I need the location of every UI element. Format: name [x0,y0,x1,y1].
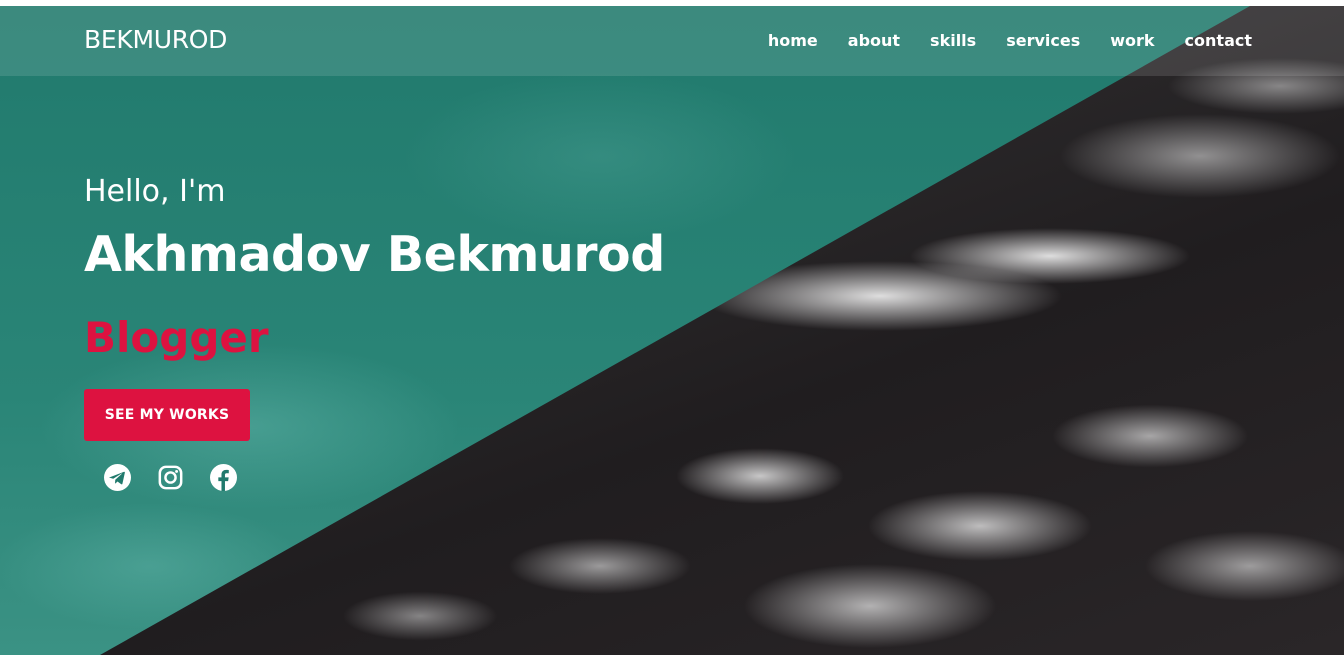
see-my-works-button[interactable]: SEE MY WORKS [84,389,250,441]
nav-about[interactable]: about [848,31,900,50]
nav-home[interactable]: home [768,31,818,50]
nav-services[interactable]: services [1006,31,1080,50]
nav-skills[interactable]: skills [930,31,976,50]
nav-contact[interactable]: contact [1185,31,1252,50]
instagram-icon[interactable] [157,464,184,491]
hero-name: Akhmadov Bekmurod [84,226,665,283]
main-nav: home about skills services work contact [738,31,1252,50]
nav-work[interactable]: work [1110,31,1154,50]
navbar: BEKMUROD home about skills services work… [0,6,1344,76]
social-links [104,464,237,491]
hero-role: Blogger [84,313,269,362]
brand-logo[interactable]: BEKMUROD [84,25,227,54]
hero-greeting: Hello, I'm [84,174,226,209]
facebook-icon[interactable] [210,464,237,491]
page-bottom-edge [0,655,1344,661]
telegram-icon[interactable] [104,464,131,491]
hero-section: BEKMUROD home about skills services work… [0,6,1344,655]
